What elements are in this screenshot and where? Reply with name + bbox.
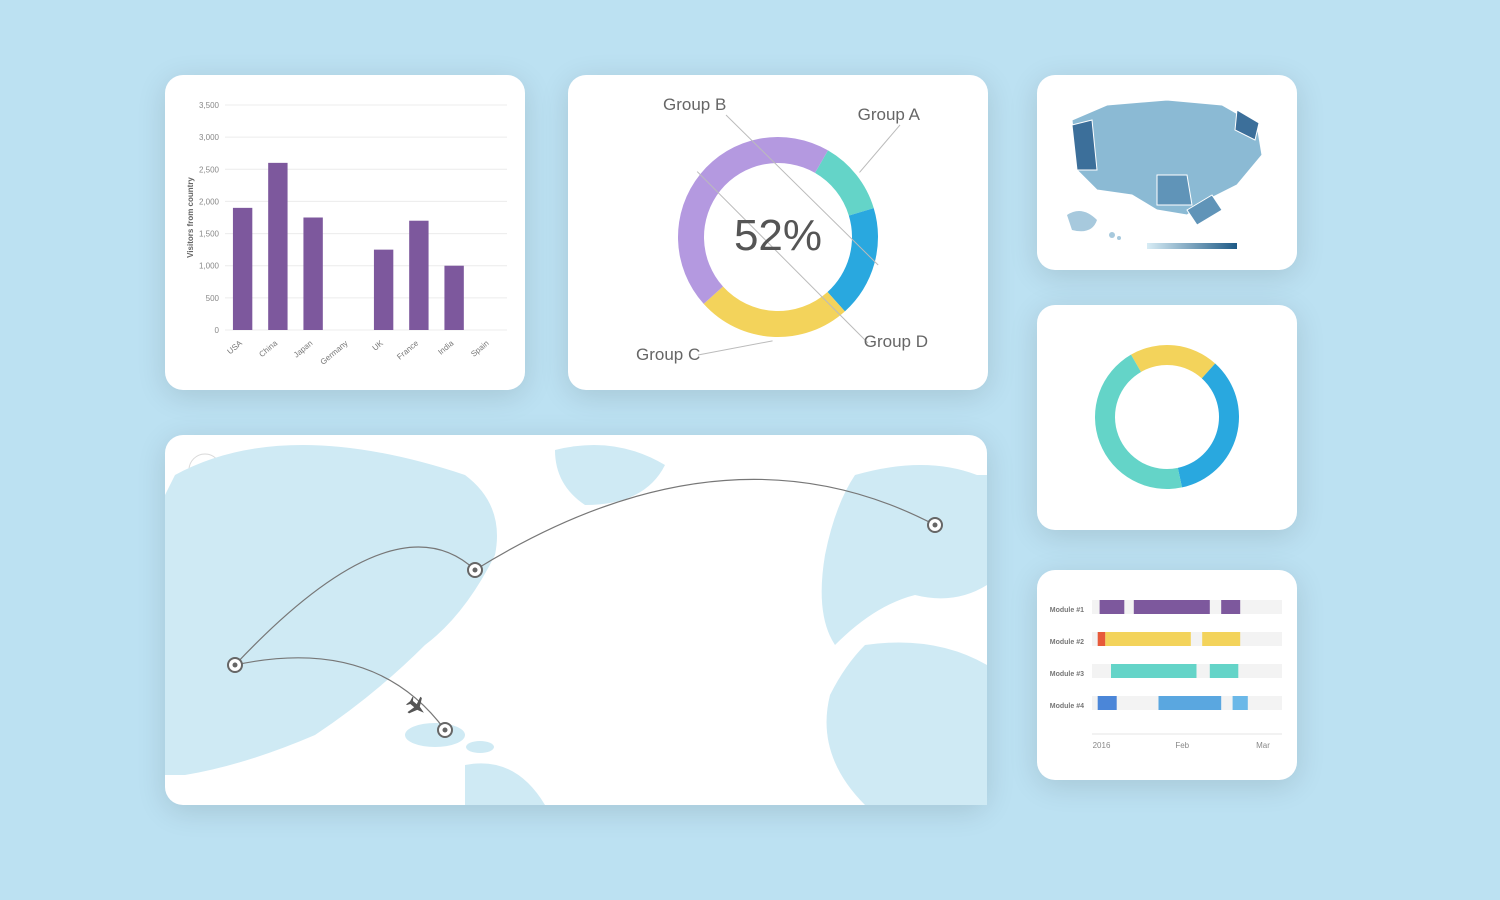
svg-text:500: 500 (206, 294, 220, 303)
world-routes-map (165, 435, 987, 805)
svg-text:Module #3: Module #3 (1050, 671, 1084, 678)
svg-text:1,000: 1,000 (199, 262, 220, 271)
map-legend (1147, 243, 1237, 249)
donut-center-label: 52% (734, 211, 822, 260)
svg-text:Group C: Group C (636, 345, 700, 364)
svg-text:Japan: Japan (292, 339, 314, 360)
airplane-icon (403, 693, 430, 721)
card-us-map (1037, 75, 1297, 270)
svg-text:Group A: Group A (858, 105, 921, 124)
svg-text:2,000: 2,000 (199, 197, 220, 206)
donut-groups: Group A Group B Group C Group D 52% (568, 75, 988, 390)
card-donut-small (1037, 305, 1297, 530)
svg-text:USA: USA (226, 338, 245, 356)
donut-small (1037, 305, 1297, 530)
svg-text:Module #2: Module #2 (1050, 639, 1084, 646)
svg-text:Mar: Mar (1256, 741, 1270, 750)
svg-text:2,500: 2,500 (199, 165, 220, 174)
timeline-chart: Module #1 Module #2 Module #3 Module #4 2016… (1037, 570, 1297, 780)
svg-text:3,500: 3,500 (199, 101, 220, 110)
card-world-map (165, 435, 987, 805)
svg-text:Module #1: Module #1 (1050, 607, 1084, 614)
svg-text:China: China (257, 338, 279, 359)
svg-text:1,500: 1,500 (199, 230, 220, 239)
svg-text:Group D: Group D (864, 332, 928, 351)
svg-text:Germany: Germany (319, 339, 350, 367)
svg-text:Feb: Feb (1175, 741, 1189, 750)
svg-text:3,000: 3,000 (199, 133, 220, 142)
svg-text:UK: UK (371, 338, 386, 352)
svg-text:Visitors from country: Visitors from country (186, 177, 195, 258)
card-bar-chart: 0 500 1,000 1,500 2,000 2,500 3,000 3,500 Visito… (165, 75, 525, 390)
svg-text:Spain: Spain (469, 339, 490, 359)
svg-text:Module #4: Module #4 (1050, 703, 1084, 710)
svg-text:0: 0 (215, 326, 220, 335)
bar-chart: 0 500 1,000 1,500 2,000 2,500 3,000 3,500 Visito… (165, 75, 525, 390)
svg-text:France: France (395, 338, 420, 361)
svg-text:Group B: Group B (663, 95, 726, 114)
card-donut-groups: Group A Group B Group C Group D 52% (568, 75, 988, 390)
us-choropleth (1037, 75, 1297, 270)
svg-text:India: India (436, 338, 455, 356)
svg-text:2016: 2016 (1093, 741, 1111, 750)
card-timeline: Module #1 Module #2 Module #3 Module #4 2016… (1037, 570, 1297, 780)
